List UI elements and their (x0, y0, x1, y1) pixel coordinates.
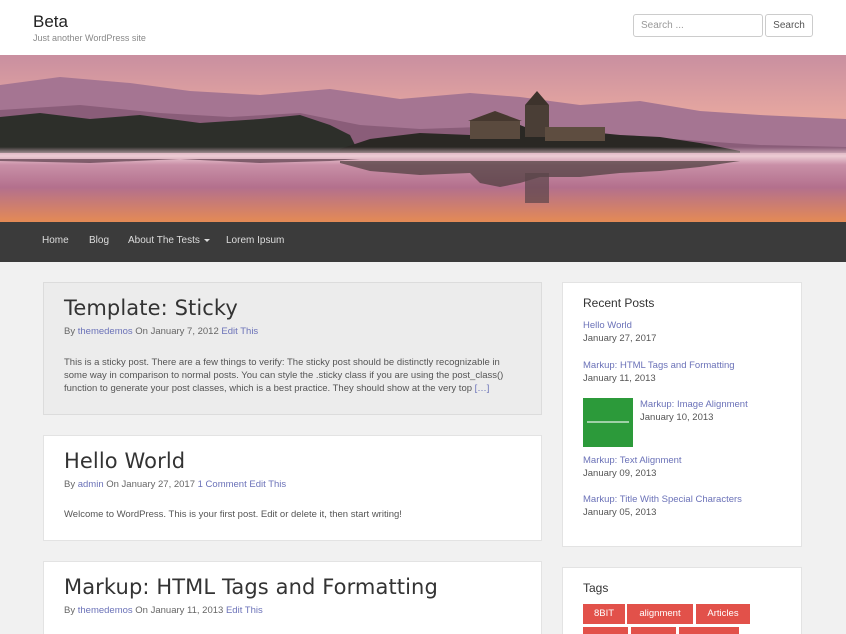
nav-item-label: About The Tests (128, 235, 200, 246)
tag-link[interactable]: 8BIT (583, 604, 625, 624)
caret-down-icon (203, 238, 210, 242)
widget-title: Recent Posts (583, 296, 655, 310)
excerpt-line: function to generate your post classes, … (64, 383, 490, 394)
post-excerpt: Welcome to WordPress. This is your first… (64, 509, 402, 520)
site-title[interactable]: Beta (33, 12, 68, 32)
nav-item-lorem-ipsum[interactable]: Lorem Ipsum (226, 235, 284, 246)
search-input[interactable] (633, 14, 763, 37)
recent-post-link[interactable]: Markup: Title With Special Characters (583, 494, 742, 505)
post-card: Template: Sticky By themedemos On Januar… (43, 282, 542, 415)
widget-title: Tags (583, 581, 609, 595)
excerpt-line: some way in comparison to normal posts. … (64, 370, 504, 381)
site-header: Beta Just another WordPress site Search (0, 0, 846, 55)
post-title[interactable]: Template: Sticky (64, 296, 238, 320)
read-more-link[interactable]: […] (475, 383, 490, 394)
recent-post-date: January 27, 2017 (583, 333, 657, 344)
tag-link[interactable]: Articles (696, 604, 750, 624)
site-tagline: Just another WordPress site (33, 33, 146, 43)
meta-by: By (64, 479, 76, 490)
post-author-link[interactable]: themedemos (78, 605, 133, 616)
recent-post-date: January 11, 2013 (583, 373, 656, 384)
search-button[interactable]: Search (765, 14, 813, 37)
tag-link-partial[interactable] (631, 627, 676, 634)
post-thumbnail[interactable] (583, 398, 633, 447)
thumbnail-text-line (587, 421, 629, 423)
recent-post-link[interactable]: Markup: Text Alignment (583, 455, 682, 466)
recent-post-date: January 09, 2013 (583, 468, 657, 479)
lake-landscape-image (0, 55, 846, 222)
recent-post-date: January 10, 2013 (640, 412, 714, 423)
post-card: Markup: HTML Tags and Formatting By them… (43, 561, 542, 634)
edit-post-link[interactable]: Edit This (226, 605, 263, 616)
header-image (0, 55, 846, 222)
post-title[interactable]: Hello World (64, 449, 185, 473)
post-date: On January 11, 2013 (135, 605, 224, 616)
main-navigation: Home Blog About The Tests Lorem Ipsum (0, 222, 846, 262)
edit-post-link[interactable]: Edit This (221, 326, 258, 337)
tag-link-partial[interactable] (583, 627, 628, 634)
nav-item-home[interactable]: Home (42, 235, 69, 246)
excerpt-line: This is a sticky post. There are a few t… (64, 357, 500, 368)
recent-post-link[interactable]: Markup: HTML Tags and Formatting (583, 360, 735, 371)
nav-item-blog[interactable]: Blog (89, 235, 109, 246)
tag-link-partial[interactable] (679, 627, 739, 634)
post-meta: By themedemos On January 7, 2012 Edit Th… (64, 326, 258, 337)
post-excerpt: This is a sticky post. There are a few t… (64, 356, 524, 395)
nav-item-about-the-tests[interactable]: About The Tests (128, 235, 210, 246)
post-author-link[interactable]: admin (78, 479, 104, 490)
edit-post-link[interactable]: Edit This (249, 479, 286, 490)
comments-link[interactable]: 1 Comment (198, 479, 247, 490)
meta-by: By (64, 326, 76, 337)
post-author-link[interactable]: themedemos (78, 326, 133, 337)
recent-post-date: January 05, 2013 (583, 507, 657, 518)
meta-by: By (64, 605, 76, 616)
post-card: Hello World By admin On January 27, 2017… (43, 435, 542, 541)
post-date: On January 27, 2017 (106, 479, 195, 490)
recent-post-link[interactable]: Hello World (583, 320, 632, 331)
post-meta: By admin On January 27, 2017 1 Comment E… (64, 479, 286, 490)
tag-link[interactable]: alignment (627, 604, 693, 624)
post-title[interactable]: Markup: HTML Tags and Formatting (64, 575, 438, 599)
post-date: On January 7, 2012 (135, 326, 219, 337)
post-meta: By themedemos On January 11, 2013 Edit T… (64, 605, 263, 616)
recent-post-link[interactable]: Markup: Image Alignment (640, 399, 748, 410)
